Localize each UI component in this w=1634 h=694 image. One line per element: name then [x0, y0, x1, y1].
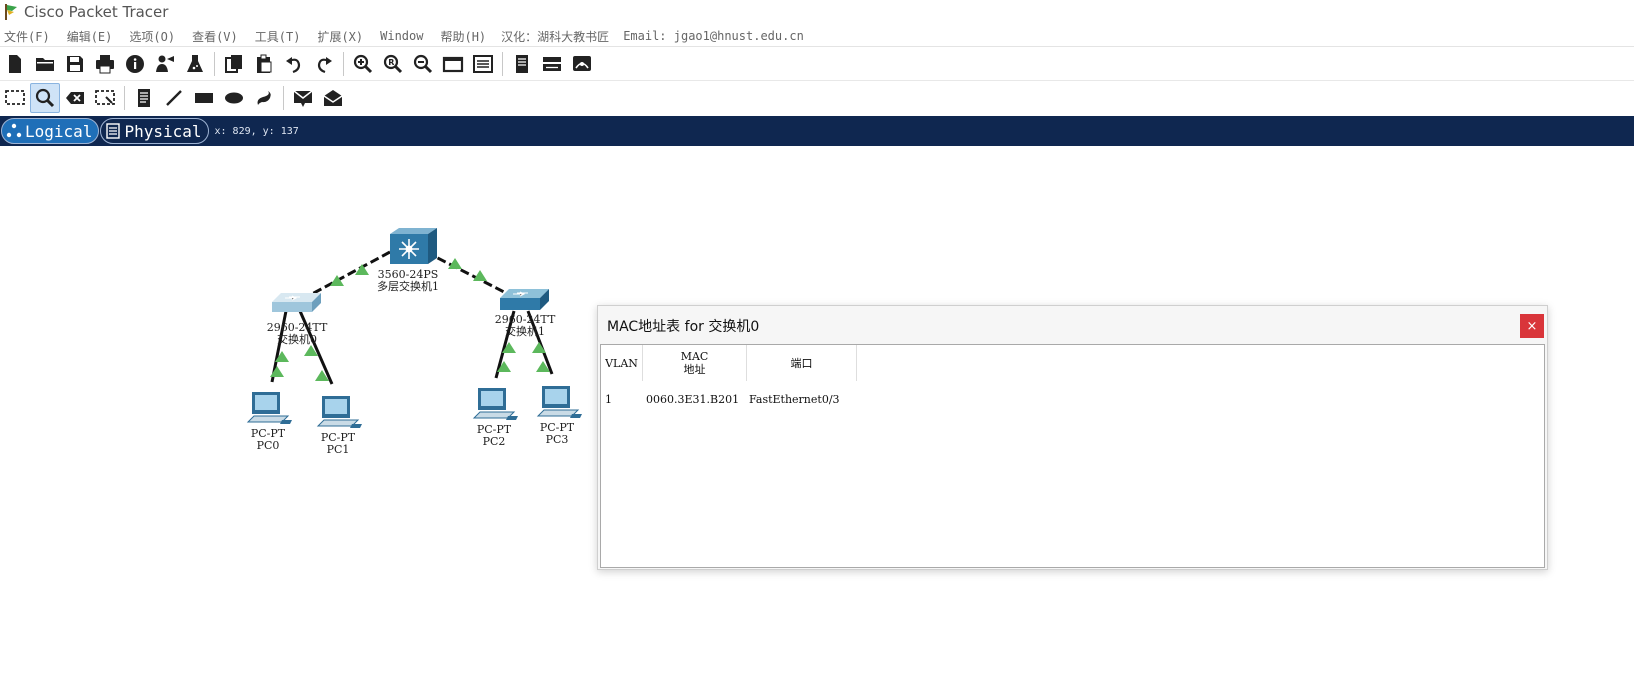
- device-template-icon[interactable]: [537, 49, 567, 79]
- pc-icon[interactable]: [316, 396, 362, 428]
- mac-table-dialog[interactable]: MAC地址表 for 交换机0 × VLAN MAC 地址 端口 1 0060.…: [597, 305, 1548, 570]
- new-file-icon[interactable]: [0, 49, 30, 79]
- undo-icon[interactable]: [279, 49, 309, 79]
- menu-file[interactable]: 文件(F): [4, 28, 50, 45]
- freeform-icon[interactable]: [249, 83, 279, 113]
- ellipse-icon[interactable]: [219, 83, 249, 113]
- switch-icon[interactable]: [500, 289, 549, 310]
- device-label-pc1: PC-PT PC1: [293, 432, 383, 456]
- device-name: 交换机1: [505, 325, 545, 338]
- device-name: 交换机0: [277, 333, 317, 346]
- toolbar-separator: [124, 86, 125, 110]
- open-folder-icon[interactable]: [30, 49, 60, 79]
- switch-icon[interactable]: [272, 293, 321, 312]
- lab-flask-icon[interactable]: [180, 49, 210, 79]
- menu-window[interactable]: Window: [380, 29, 423, 43]
- pc-icon[interactable]: [472, 388, 518, 420]
- physical-tab[interactable]: Physical: [100, 118, 209, 144]
- cell-vlan: 1: [605, 393, 612, 406]
- drawing-toolbar: [0, 82, 348, 114]
- logical-icon: [6, 123, 22, 138]
- packet-tracer-icon: [2, 3, 20, 21]
- menu-divider: [0, 46, 1634, 47]
- link-status-up-icon: [270, 366, 284, 377]
- workspace-mode-bar: Logical Physical x: 829, y: 137: [0, 116, 1634, 146]
- print-icon[interactable]: [90, 49, 120, 79]
- physical-label: Physical: [124, 121, 202, 141]
- link-status-up-icon: [532, 342, 546, 353]
- column-header-port[interactable]: 端口: [747, 345, 857, 381]
- toolbar-divider: [0, 80, 1634, 81]
- window-icon[interactable]: [438, 49, 468, 79]
- select-icon[interactable]: [0, 83, 30, 113]
- note-icon[interactable]: [129, 83, 159, 113]
- logical-label: Logical: [25, 121, 93, 141]
- cell-port: FastEthernet0/3: [749, 393, 840, 406]
- multilayer-switch-icon[interactable]: [390, 228, 437, 264]
- toolbar-separator: [214, 52, 215, 76]
- notes-icon[interactable]: [507, 49, 537, 79]
- activity-wizard-icon[interactable]: [150, 49, 180, 79]
- close-button[interactable]: ×: [1520, 314, 1544, 338]
- info-icon[interactable]: [120, 49, 150, 79]
- menu-bar: 文件(F) 编辑(E) 选项(O) 查看(V) 工具(T) 扩展(X) Wind…: [0, 26, 1634, 46]
- complex-pdu-icon[interactable]: [318, 83, 348, 113]
- menu-edit[interactable]: 编辑(E): [67, 28, 113, 45]
- save-icon[interactable]: [60, 49, 90, 79]
- rectangle-icon[interactable]: [189, 83, 219, 113]
- copy-icon[interactable]: [219, 49, 249, 79]
- device-label-pc3: PC-PT PC3: [512, 422, 602, 446]
- list-view-icon[interactable]: [468, 49, 498, 79]
- simple-pdu-icon[interactable]: [288, 83, 318, 113]
- delete-icon[interactable]: [60, 83, 90, 113]
- menu-view[interactable]: 查看(V): [192, 28, 238, 45]
- mac-table: VLAN MAC 地址 端口 1 0060.3E31.B201 FastEthe…: [600, 344, 1545, 568]
- translator-credit: 汉化：湖科大教书匠: [501, 29, 610, 44]
- zoom-in-icon[interactable]: [348, 49, 378, 79]
- redo-icon[interactable]: [309, 49, 339, 79]
- device-name: 多层交换机1: [377, 280, 439, 293]
- cell-mac: 0060.3E31.B201: [646, 393, 740, 406]
- device-label-sw1: 2960-24TT 交换机1: [480, 314, 570, 338]
- custom-device-icon[interactable]: [567, 49, 597, 79]
- zoom-reset-icon[interactable]: R: [378, 49, 408, 79]
- menu-help[interactable]: 帮助(H): [440, 28, 486, 45]
- dialog-title: MAC地址表 for 交换机0: [607, 319, 760, 335]
- device-label-mls1: 3560-24PS 多层交换机1: [363, 269, 453, 293]
- resize-icon[interactable]: [90, 83, 120, 113]
- menu-extensions[interactable]: 扩展(X): [317, 28, 363, 45]
- pc-icon[interactable]: [246, 392, 292, 424]
- title-bar: Cisco Packet Tracer: [0, 0, 1634, 24]
- inspect-icon[interactable]: [30, 83, 60, 113]
- zoom-out-icon[interactable]: [408, 49, 438, 79]
- contact-email: Email: jgao1@hnust.edu.cn: [623, 29, 804, 43]
- line-icon[interactable]: [159, 83, 189, 113]
- main-toolbar: R: [0, 48, 597, 80]
- logical-tab[interactable]: Logical: [1, 118, 100, 144]
- toolbar-separator: [343, 52, 344, 76]
- column-header-vlan[interactable]: VLAN: [601, 345, 643, 381]
- device-name: PC3: [545, 433, 569, 446]
- toolbar-separator: [283, 86, 284, 110]
- svg-text:R: R: [388, 58, 394, 67]
- paste-icon[interactable]: [249, 49, 279, 79]
- menu-tools[interactable]: 工具(T): [255, 28, 301, 45]
- cursor-coordinates: x: 829, y: 137: [214, 125, 299, 137]
- menu-options[interactable]: 选项(O): [129, 28, 175, 45]
- app-title: Cisco Packet Tracer: [24, 3, 169, 21]
- physical-icon: [106, 123, 121, 139]
- device-name: PC1: [326, 443, 350, 456]
- pc-icon[interactable]: [536, 386, 582, 418]
- column-header-mac[interactable]: MAC 地址: [643, 345, 747, 381]
- device-label-sw0: 2960-24TT 交换机0: [252, 322, 342, 346]
- toolbar-separator: [502, 52, 503, 76]
